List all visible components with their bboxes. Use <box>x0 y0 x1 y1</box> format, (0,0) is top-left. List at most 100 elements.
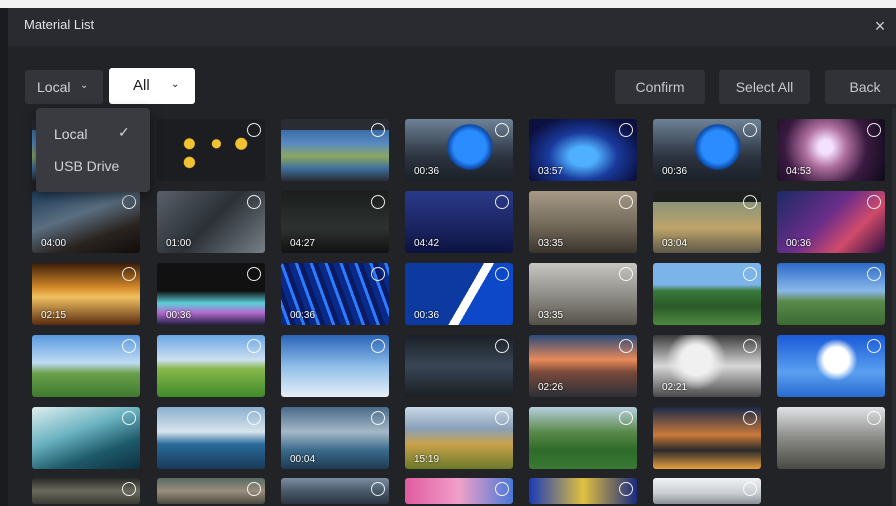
toolbar: Local ⌄ All ⌄ Confirm Select All Back <box>8 46 896 108</box>
select-circle-icon[interactable] <box>867 339 881 353</box>
material-thumbnail[interactable] <box>777 407 885 469</box>
back-button[interactable]: Back <box>825 70 896 104</box>
select-circle-icon[interactable] <box>619 339 633 353</box>
source-dropdown-menu: Local ✓ USB Drive <box>36 108 150 192</box>
material-thumbnail[interactable] <box>32 478 140 504</box>
material-thumbnail[interactable] <box>32 335 140 397</box>
select-circle-icon[interactable] <box>495 195 509 209</box>
select-circle-icon[interactable] <box>495 411 509 425</box>
material-thumbnail[interactable]: 04:27 <box>281 191 389 253</box>
material-thumbnail[interactable] <box>281 478 389 504</box>
select-circle-icon[interactable] <box>247 411 261 425</box>
chevron-down-icon: ⌄ <box>171 79 180 90</box>
material-thumbnail[interactable]: 03:35 <box>529 263 637 325</box>
material-thumbnail[interactable]: 15:19 <box>405 407 513 469</box>
type-filter-select[interactable]: All ⌄ <box>109 68 195 104</box>
material-thumbnail[interactable]: 02:15 <box>32 263 140 325</box>
material-thumbnail[interactable] <box>157 119 265 181</box>
material-thumbnail[interactable] <box>405 478 513 504</box>
material-thumbnail[interactable]: 00:36 <box>777 191 885 253</box>
material-thumbnail[interactable]: 03:04 <box>653 191 761 253</box>
material-thumbnail[interactable]: 00:04 <box>281 407 389 469</box>
select-circle-icon[interactable] <box>743 195 757 209</box>
material-thumbnail[interactable] <box>653 263 761 325</box>
select-circle-icon[interactable] <box>867 123 881 137</box>
select-circle-icon[interactable] <box>122 339 136 353</box>
material-thumbnail[interactable]: 02:21 <box>653 335 761 397</box>
select-circle-icon[interactable] <box>743 267 757 281</box>
select-circle-icon[interactable] <box>867 195 881 209</box>
select-circle-icon[interactable] <box>619 411 633 425</box>
close-icon[interactable]: × <box>870 16 890 36</box>
material-thumbnail[interactable] <box>281 119 389 181</box>
select-circle-icon[interactable] <box>619 482 633 496</box>
duration-label: 03:04 <box>662 238 688 249</box>
material-thumbnail[interactable]: 01:00 <box>157 191 265 253</box>
select-circle-icon[interactable] <box>495 123 509 137</box>
select-circle-icon[interactable] <box>867 267 881 281</box>
duration-label: 00:36 <box>414 166 440 177</box>
window-title: Material List <box>24 17 95 32</box>
material-thumbnail[interactable]: 00:36 <box>281 263 389 325</box>
material-thumbnail[interactable]: 00:36 <box>653 119 761 181</box>
select-circle-icon[interactable] <box>247 267 261 281</box>
select-circle-icon[interactable] <box>743 339 757 353</box>
select-circle-icon[interactable] <box>743 482 757 496</box>
select-circle-icon[interactable] <box>122 195 136 209</box>
material-thumbnail[interactable] <box>281 335 389 397</box>
select-circle-icon[interactable] <box>122 267 136 281</box>
material-thumbnail[interactable]: 02:26 <box>529 335 637 397</box>
material-thumbnail[interactable]: 03:35 <box>529 191 637 253</box>
material-thumbnail[interactable] <box>777 335 885 397</box>
material-thumbnail[interactable]: 00:36 <box>405 263 513 325</box>
select-circle-icon[interactable] <box>371 195 385 209</box>
select-circle-icon[interactable] <box>743 123 757 137</box>
select-circle-icon[interactable] <box>247 339 261 353</box>
material-thumbnail[interactable]: 00:36 <box>405 119 513 181</box>
select-circle-icon[interactable] <box>619 267 633 281</box>
material-thumbnail[interactable] <box>529 478 637 504</box>
material-thumbnail[interactable]: 00:36 <box>157 263 265 325</box>
select-circle-icon[interactable] <box>247 482 261 496</box>
grid-scrollbar[interactable] <box>892 108 896 506</box>
duration-label: 00:36 <box>786 238 812 249</box>
select-circle-icon[interactable] <box>247 195 261 209</box>
material-thumbnail[interactable]: 04:00 <box>32 191 140 253</box>
material-thumbnail[interactable] <box>653 478 761 504</box>
confirm-button[interactable]: Confirm <box>615 70 705 104</box>
select-circle-icon[interactable] <box>371 123 385 137</box>
select-circle-icon[interactable] <box>619 123 633 137</box>
material-thumbnail[interactable] <box>405 335 513 397</box>
select-circle-icon[interactable] <box>867 411 881 425</box>
select-circle-icon[interactable] <box>247 123 261 137</box>
material-thumbnail[interactable] <box>777 263 885 325</box>
dropdown-item-usb-drive[interactable]: USB Drive <box>36 150 150 182</box>
material-thumbnail[interactable]: 04:53 <box>777 119 885 181</box>
select-circle-icon[interactable] <box>619 195 633 209</box>
material-thumbnail[interactable] <box>157 478 265 504</box>
select-circle-icon[interactable] <box>122 482 136 496</box>
select-circle-icon[interactable] <box>122 411 136 425</box>
material-thumbnail[interactable]: 03:57 <box>529 119 637 181</box>
material-thumbnail[interactable]: 04:42 <box>405 191 513 253</box>
material-thumbnail[interactable] <box>529 407 637 469</box>
select-circle-icon[interactable] <box>371 411 385 425</box>
duration-label: 04:00 <box>41 238 67 249</box>
select-circle-icon[interactable] <box>371 267 385 281</box>
select-all-button[interactable]: Select All <box>719 70 810 104</box>
material-thumbnail[interactable] <box>157 407 265 469</box>
select-circle-icon[interactable] <box>371 339 385 353</box>
select-circle-icon[interactable] <box>371 482 385 496</box>
select-circle-icon[interactable] <box>495 482 509 496</box>
select-circle-icon[interactable] <box>743 411 757 425</box>
duration-label: 00:36 <box>662 166 688 177</box>
select-circle-icon[interactable] <box>495 339 509 353</box>
dropdown-item-local[interactable]: Local ✓ <box>36 118 150 150</box>
source-select[interactable]: Local ⌄ <box>25 70 103 104</box>
dropdown-item-label: Local <box>54 126 88 142</box>
duration-label: 04:27 <box>290 238 316 249</box>
material-thumbnail[interactable] <box>653 407 761 469</box>
select-circle-icon[interactable] <box>495 267 509 281</box>
material-thumbnail[interactable] <box>32 407 140 469</box>
material-thumbnail[interactable] <box>157 335 265 397</box>
